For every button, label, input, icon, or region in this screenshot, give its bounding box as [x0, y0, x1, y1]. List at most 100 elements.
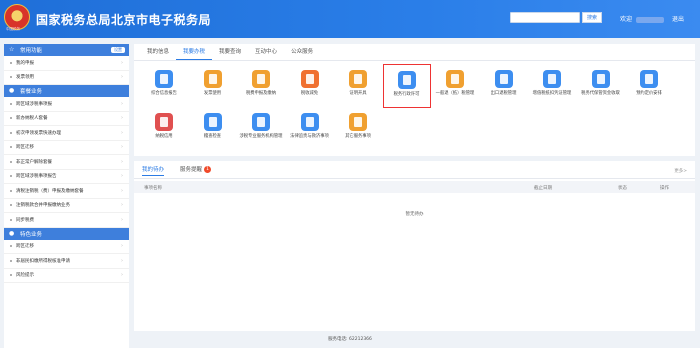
admin-permit-icon: [397, 71, 416, 89]
sidebar-item[interactable]: 初次申领发票快速办理 ›: [4, 126, 129, 141]
col-action: 操作: [660, 185, 669, 191]
service-tile-label: 税费申报及缴纳: [245, 91, 277, 96]
service-tile[interactable]: 稽查检查: [189, 107, 237, 151]
service-tile[interactable]: 发票使用: [189, 64, 237, 108]
top-header: 中国税务 国家税务总局北京市电子税务局 搜索 欢迎 退出: [0, 0, 700, 38]
settings-button[interactable]: 设置: [111, 47, 125, 53]
service-tile[interactable]: 税务代保管资金收取: [577, 64, 625, 108]
todo-tabs: 我的待办 服务提醒 1: [142, 165, 227, 176]
sidebar-item[interactable]: 跨区迁移 ›: [4, 240, 129, 254]
sidebar-item[interactable]: 我的申报 ›: [4, 56, 129, 71]
chevron-right-icon: ›: [121, 100, 123, 107]
star-icon: ☆: [9, 46, 15, 53]
bullet-icon: [10, 160, 12, 163]
section-header-common-functions[interactable]: ☆ 常用功能 设置: [4, 44, 129, 56]
service-tile[interactable]: 其它服务事项: [334, 107, 382, 151]
service-tile-label: 一般退（抵）税管理: [435, 91, 475, 96]
logo-caption: 中国税务: [6, 27, 20, 31]
sidebar-item-label: 非正常户解除套餐: [16, 159, 52, 165]
bullet-icon: [10, 117, 12, 120]
search-button[interactable]: 搜索: [582, 12, 602, 23]
service-tile-label: 涉税专业服务机构管理: [239, 134, 283, 139]
sidebar-item[interactable]: 同步税费 ›: [4, 213, 129, 228]
agency-icon: [252, 113, 270, 131]
sidebar: ☆ 常用功能 设置 我的申报 › 发票领用 › ● 套餐业务 跨区域涉税事项报 › 新办纳税人套餐 › 初…: [4, 44, 129, 348]
other-service-icon: [349, 113, 367, 131]
sidebar-item[interactable]: 跨区迁移 ›: [4, 141, 129, 155]
site-title: 国家税务总局北京市电子税务局: [36, 13, 212, 27]
law-icon: [300, 113, 319, 131]
tab-4[interactable]: 公众服务: [284, 46, 320, 60]
sidebar-item-label: 注销税款合并申报缴纳业务: [16, 203, 70, 209]
service-tile[interactable]: 涉税专业服务机构管理: [237, 107, 285, 151]
service-tile[interactable]: 增值税抵扣凭证管理: [528, 64, 576, 108]
section-icon: ●: [9, 87, 15, 94]
tab-2[interactable]: 我要查询: [212, 46, 248, 60]
service-tile[interactable]: 税务行政许可: [382, 64, 431, 108]
sidebar-item[interactable]: 注销税款合并申报缴纳业务 ›: [4, 199, 129, 213]
tab-3[interactable]: 互动中心: [248, 46, 284, 60]
tax-relief-icon: [300, 70, 319, 88]
report-icon: [155, 70, 173, 88]
tab-my-todo[interactable]: 我的待办: [142, 165, 165, 176]
sidebar-item-label: 发票领用: [16, 75, 34, 81]
sidebar-item-label: 风险提示: [16, 273, 34, 279]
todo-divider: [134, 178, 695, 179]
chevron-right-icon: ›: [121, 257, 123, 264]
sidebar-item-label: 跨区迁移: [16, 145, 34, 151]
sidebar-item-label: 初次申领发票快速办理: [16, 130, 61, 136]
sidebar-item[interactable]: 新办纳税人套餐 ›: [4, 112, 129, 126]
chevron-right-icon: ›: [121, 202, 123, 209]
bullet-icon: [10, 61, 12, 64]
service-tile[interactable]: 一般退（抵）税管理: [431, 64, 479, 108]
empty-state-text: 暂无待办: [405, 212, 424, 217]
service-tile-label: 预约定价安排: [636, 91, 662, 96]
sidebar-item[interactable]: 清税注销税（费）申报及缴纳套餐 ›: [4, 184, 129, 199]
sidebar-item[interactable]: 跨区域涉税事项报 ›: [4, 97, 129, 112]
search-input[interactable]: [510, 12, 580, 23]
bullet-icon: [10, 218, 12, 221]
section-title: 常用功能: [20, 48, 43, 54]
export-refund-icon: [494, 70, 513, 88]
sidebar-item[interactable]: 非居民扣缴所得税核准申请 ›: [4, 254, 129, 269]
sidebar-item[interactable]: 风险提示 ›: [4, 269, 129, 283]
bullet-icon: [10, 131, 12, 134]
todo-panel: 我的待办 服务提醒 1 更多> 事项名称 截止日期 状态 操作 暂无待办: [134, 161, 695, 331]
tab-service-reminder[interactable]: 服务提醒 1: [180, 165, 212, 176]
sidebar-item[interactable]: 跨区域涉税事项报告 ›: [4, 170, 129, 184]
service-tile[interactable]: 证明开具: [334, 64, 382, 108]
sidebar-item-label: 同步税费: [16, 217, 34, 223]
sidebar-item[interactable]: 非正常户解除套餐 ›: [4, 155, 129, 170]
service-tile[interactable]: 税收减免: [286, 64, 334, 108]
logout-link[interactable]: 退出: [672, 16, 684, 23]
service-tile-label: 法律追责与救济事项: [290, 134, 329, 139]
sidebar-item-label: 跨区域涉税事项报: [16, 101, 52, 107]
service-panel: 我的信息 我要办税 我要查询 互动中心 公众服务 综合信息报告 发票使用 税费申报及缴纳 税收…: [134, 44, 695, 156]
tab-1[interactable]: 我要办税: [176, 46, 213, 60]
section-header-package-services[interactable]: ● 套餐业务: [4, 85, 129, 97]
sidebar-item-label: 跨区迁移: [16, 244, 34, 250]
section-header-special-services[interactable]: ● 特色业务: [4, 227, 129, 240]
service-tile[interactable]: 纳税信用: [140, 107, 188, 151]
sidebar-item[interactable]: 发票领用 ›: [4, 71, 129, 85]
service-tile[interactable]: 法律追责与救济事项: [286, 107, 334, 151]
tab-0[interactable]: 我的信息: [140, 46, 176, 60]
chevron-right-icon: ›: [121, 59, 123, 66]
username-redacted: [636, 16, 665, 23]
chevron-right-icon: ›: [121, 129, 123, 136]
section-icon: ●: [9, 229, 15, 237]
footer-service-phone: 服务电话: 62212366: [328, 337, 372, 342]
invoice-icon: [203, 70, 222, 88]
service-tile[interactable]: 税费申报及缴纳: [237, 64, 285, 108]
service-tile[interactable]: 出口退税管理: [480, 64, 528, 108]
bullet-icon: [10, 204, 12, 207]
sidebar-item-label: 非居民扣缴所得税核准申请: [16, 258, 70, 264]
service-tile[interactable]: 预约定价安排: [625, 64, 673, 108]
bullet-icon: [10, 175, 12, 178]
service-tile[interactable]: 综合信息报告: [140, 64, 188, 108]
service-tabs: 我的信息 我要办税 我要查询 互动中心 公众服务: [140, 46, 320, 60]
service-tile-label: 出口退税管理: [490, 91, 517, 96]
chevron-right-icon: ›: [121, 187, 123, 194]
pricing-icon: [640, 70, 658, 88]
more-link[interactable]: 更多>: [674, 168, 687, 174]
